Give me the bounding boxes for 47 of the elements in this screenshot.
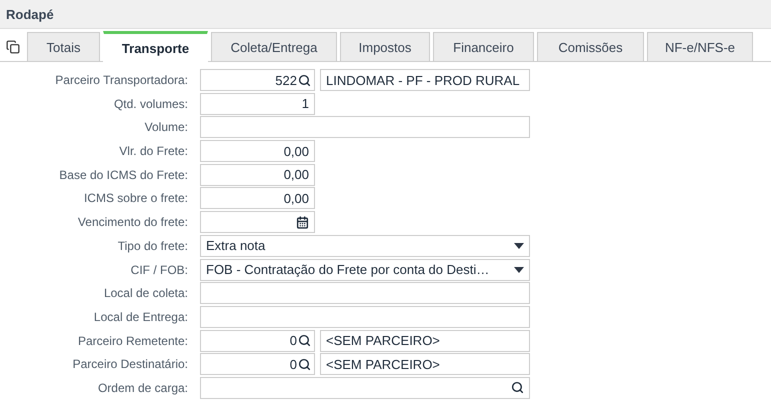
tab[interactable]: Coleta/Entrega <box>211 32 337 61</box>
input-field[interactable]: 0,00 <box>200 140 315 162</box>
dropdown-field[interactable]: FOB - Contratação do Frete por conta do Desti… <box>200 258 530 280</box>
tab[interactable]: Comissões <box>537 32 644 61</box>
input-field[interactable]: 0,00 <box>200 187 315 210</box>
code-field[interactable]: 0 <box>200 330 315 352</box>
field-label: Parceiro Remetente: <box>76 334 188 348</box>
field-label: Parceiro Transportadora: <box>54 73 188 87</box>
field-label: Local de Entrega: <box>92 310 188 324</box>
input-field[interactable] <box>200 306 530 328</box>
date-field[interactable] <box>200 211 315 234</box>
search-icon[interactable] <box>298 358 311 371</box>
field-label: Local de coleta: <box>102 286 188 300</box>
caret-icon <box>514 266 524 272</box>
field-label: Qtd. volumes: <box>112 96 188 111</box>
input-field[interactable] <box>200 116 530 138</box>
input-field[interactable]: 0,00 <box>200 164 315 186</box>
section-title: Rodapé <box>6 6 54 22</box>
field-label: Vlr. do Frete: <box>118 144 188 158</box>
code-field[interactable]: 0 <box>200 353 315 376</box>
copy-icon[interactable] <box>6 40 20 54</box>
field-label: Parceiro Destinatário: <box>72 357 188 372</box>
tab[interactable]: Financeiro <box>433 32 534 61</box>
partner-name-field[interactable]: <SEM PARCEIRO> <box>320 353 530 376</box>
search-icon[interactable] <box>298 74 311 86</box>
tab[interactable]: Totais <box>27 32 100 61</box>
field-label: CIF / FOB: <box>130 262 188 276</box>
caret-icon <box>514 242 524 249</box>
tab[interactable]: NF-e/NFS-e <box>647 32 753 61</box>
dropdown-field[interactable]: Extra nota <box>200 234 530 257</box>
field-label: ICMS sobre o frete: <box>82 191 188 206</box>
calendar-icon[interactable] <box>296 216 309 229</box>
search-field[interactable] <box>200 376 530 399</box>
search-icon[interactable] <box>298 334 311 348</box>
tab[interactable]: Impostos <box>340 32 430 61</box>
field-label: Vencimento do frete: <box>76 215 188 230</box>
field-label: Volume: <box>144 120 188 134</box>
input-field[interactable]: 1 <box>200 92 315 115</box>
field-label: Base do ICMS do Frete: <box>58 168 188 182</box>
field-label: Tipo do frete: <box>116 238 188 253</box>
code-field[interactable]: 522 <box>200 69 315 91</box>
input-field[interactable] <box>200 282 530 304</box>
partner-name-field[interactable]: <SEM PARCEIRO> <box>320 330 530 352</box>
tab[interactable]: Transporte <box>103 31 208 62</box>
search-icon[interactable] <box>511 381 524 394</box>
field-label: Ordem de carga: <box>96 380 188 395</box>
partner-name-field[interactable]: LINDOMAR - PF - PROD RURAL <box>320 69 530 91</box>
